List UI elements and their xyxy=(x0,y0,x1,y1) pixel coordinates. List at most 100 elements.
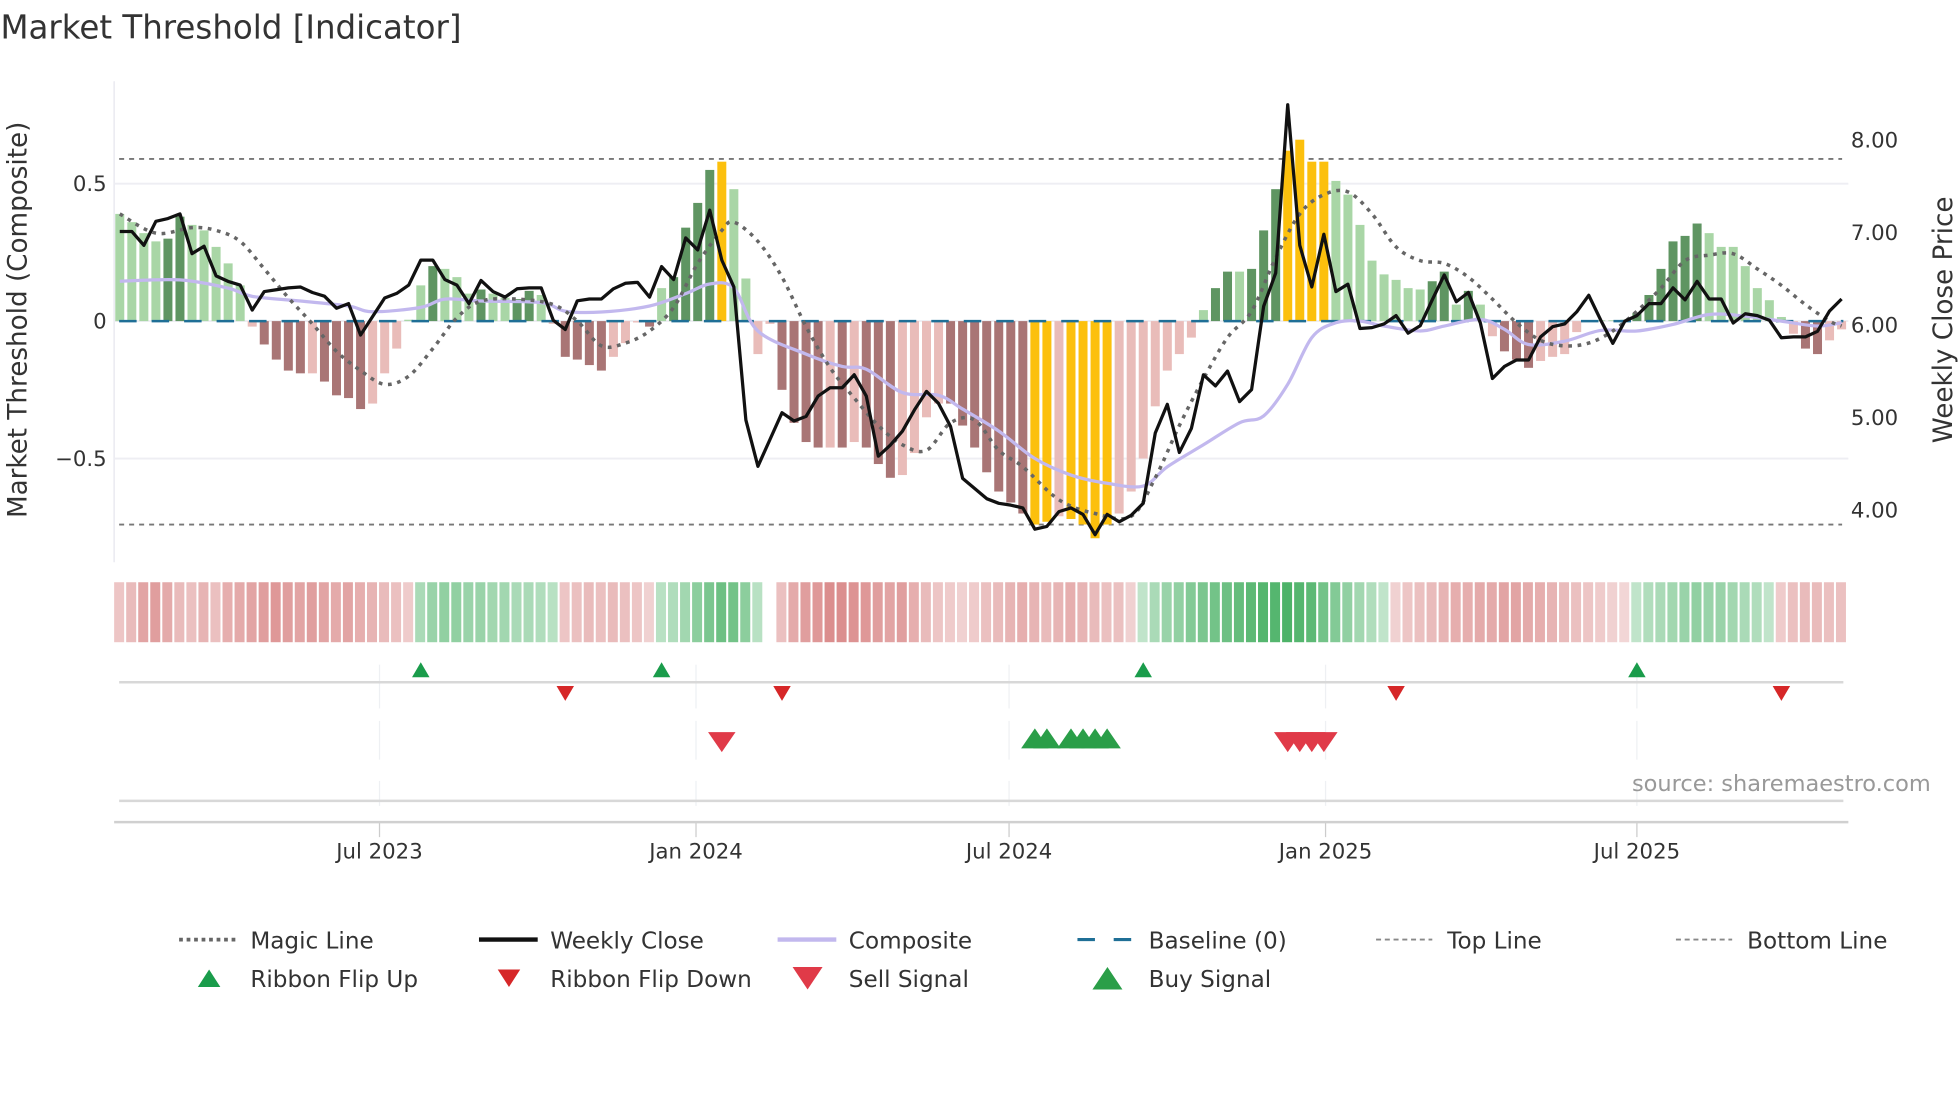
ribbon-flip-up-marker xyxy=(1628,662,1646,678)
y2-axis-title: Weekly Close Price xyxy=(1929,197,1959,444)
ribbon-cell-down xyxy=(1534,582,1545,643)
composite-bar-weak-up xyxy=(1704,233,1714,322)
composite-bar-weak-up xyxy=(1716,246,1726,322)
composite-bar-strong-down xyxy=(319,321,329,382)
y2-tick-label: 8.00 xyxy=(1851,128,1898,153)
ribbon-cell-down xyxy=(1799,582,1810,643)
buy-triangle-icon xyxy=(1092,967,1123,990)
ribbon-cell-down xyxy=(379,582,390,643)
ribbon-cell-down xyxy=(1510,582,1521,643)
composite-bar-weak-up xyxy=(199,230,209,322)
ribbon-cell-up xyxy=(1137,582,1148,643)
legend-label: Composite xyxy=(849,928,972,954)
ribbon-cell-down xyxy=(306,582,317,643)
legend-item-buy: Buy Signal xyxy=(1092,967,1271,993)
composite-bar-strong-up xyxy=(1656,268,1666,322)
composite-bar-strong-down xyxy=(332,321,341,396)
weekly-close-line xyxy=(119,103,1843,537)
composite-bar-strong-down xyxy=(789,321,799,423)
ribbon-cell-down xyxy=(258,582,269,643)
ribbon-cell-down xyxy=(294,582,305,643)
composite-bar-strong-down xyxy=(344,321,354,399)
ribbon-cell-up xyxy=(1751,582,1762,643)
ribbon-cell-down xyxy=(1113,582,1124,643)
ribbon-cell-down xyxy=(174,582,185,643)
ribbon-cell-down xyxy=(860,582,871,643)
ribbon-cell-up xyxy=(1763,582,1774,643)
ribbon-cell-down xyxy=(1414,582,1425,643)
legend-label: Baseline (0) xyxy=(1149,928,1287,954)
ribbon-cell-down xyxy=(848,582,859,643)
composite-bar-weak-down xyxy=(380,321,390,374)
composite-bar-extreme xyxy=(1030,321,1040,525)
y2-tick-label: 5.00 xyxy=(1851,406,1898,431)
ribbon-cell-up xyxy=(1342,582,1353,643)
composite-bar-strong-down xyxy=(994,321,1004,492)
composite-bars xyxy=(115,139,1847,539)
ribbon-cell-up xyxy=(668,582,679,643)
composite-bar-strong-down xyxy=(970,321,980,448)
ribbon-cell-down xyxy=(607,582,618,643)
composite-bar-strong-up xyxy=(1668,241,1678,322)
legend-item-sell: Sell Signal xyxy=(792,967,969,993)
ribbon-cell-down xyxy=(1811,582,1822,643)
ribbon-strip xyxy=(114,582,1846,643)
composite-bar-strong-down xyxy=(946,321,956,404)
reference-lines xyxy=(119,157,1843,526)
ribbon-cell-up xyxy=(1294,582,1305,643)
legend-label: Sell Signal xyxy=(849,967,969,993)
ribbon-cell-up xyxy=(1643,582,1654,643)
composite-bar-weak-down xyxy=(620,321,630,344)
composite-bar-strong-up xyxy=(476,289,486,322)
ribbon-cell-up xyxy=(451,582,462,643)
signal-markers xyxy=(412,662,1791,753)
ribbon-cell-down xyxy=(1005,582,1016,643)
ribbon-cell-down xyxy=(800,582,811,643)
ribbon-flip-up-marker xyxy=(412,662,430,678)
legend-label: Magic Line xyxy=(250,928,373,954)
ribbon-cell-down xyxy=(1029,582,1040,643)
ribbon-cell-down xyxy=(330,582,341,643)
ribbon-cell-down xyxy=(1450,582,1461,643)
ribbon-cell-down xyxy=(1595,582,1606,643)
ribbon-cell-up xyxy=(1173,582,1184,643)
ribbon-cell-down xyxy=(1017,582,1028,643)
ribbon-cell-up xyxy=(499,582,510,643)
ribbon-cell-down xyxy=(1089,582,1100,643)
composite-bar-strong-down xyxy=(271,321,281,360)
series-lines xyxy=(118,103,1844,537)
composite-bar-strong-up xyxy=(693,202,703,322)
legend-item-flipdown: Ribbon Flip Down xyxy=(497,967,752,993)
legend-item-close: Weekly Close xyxy=(478,928,704,954)
composite-bar-strong-down xyxy=(982,321,992,473)
ribbon-cell-up xyxy=(1667,582,1678,643)
ribbon-cell-up xyxy=(535,582,546,643)
ribbon-cell-down xyxy=(1462,582,1473,643)
composite-bar-weak-up xyxy=(416,285,426,322)
legend-label: Ribbon Flip Down xyxy=(550,967,752,993)
legend-item-composite: Composite xyxy=(777,928,972,954)
triangle-down-icon xyxy=(497,969,521,988)
ribbon-cell-up xyxy=(547,582,558,643)
legend-item-flipup: Ribbon Flip Up xyxy=(197,967,418,993)
composite-bar-weak-up xyxy=(1355,224,1365,322)
composite-bar-strong-down xyxy=(861,321,871,448)
ribbon-cell-up xyxy=(1270,582,1281,643)
composite-bar-weak-down xyxy=(368,321,378,404)
composite-bar-weak-down xyxy=(1186,321,1196,338)
ribbon-cell-down xyxy=(993,582,1004,643)
composite-bar-extreme xyxy=(1102,321,1112,525)
ribbon-cell-up xyxy=(1655,582,1666,643)
composite-bar-extreme xyxy=(1283,150,1293,322)
ribbon-cell-down xyxy=(138,582,149,643)
composite-bar-weak-up xyxy=(1331,180,1341,322)
ribbon-cell-down xyxy=(932,582,943,643)
composite-bar-weak-up xyxy=(1403,288,1413,322)
ribbon-cell-up xyxy=(1282,582,1293,643)
ribbon-cell-down xyxy=(210,582,221,643)
ribbon-cell-down xyxy=(1486,582,1497,643)
ribbon-cell-down xyxy=(788,582,799,643)
ribbon-flip-up-marker xyxy=(1134,662,1152,678)
x-tick-label: Jan 2024 xyxy=(647,839,743,864)
ribbon-cell-up xyxy=(1715,582,1726,643)
